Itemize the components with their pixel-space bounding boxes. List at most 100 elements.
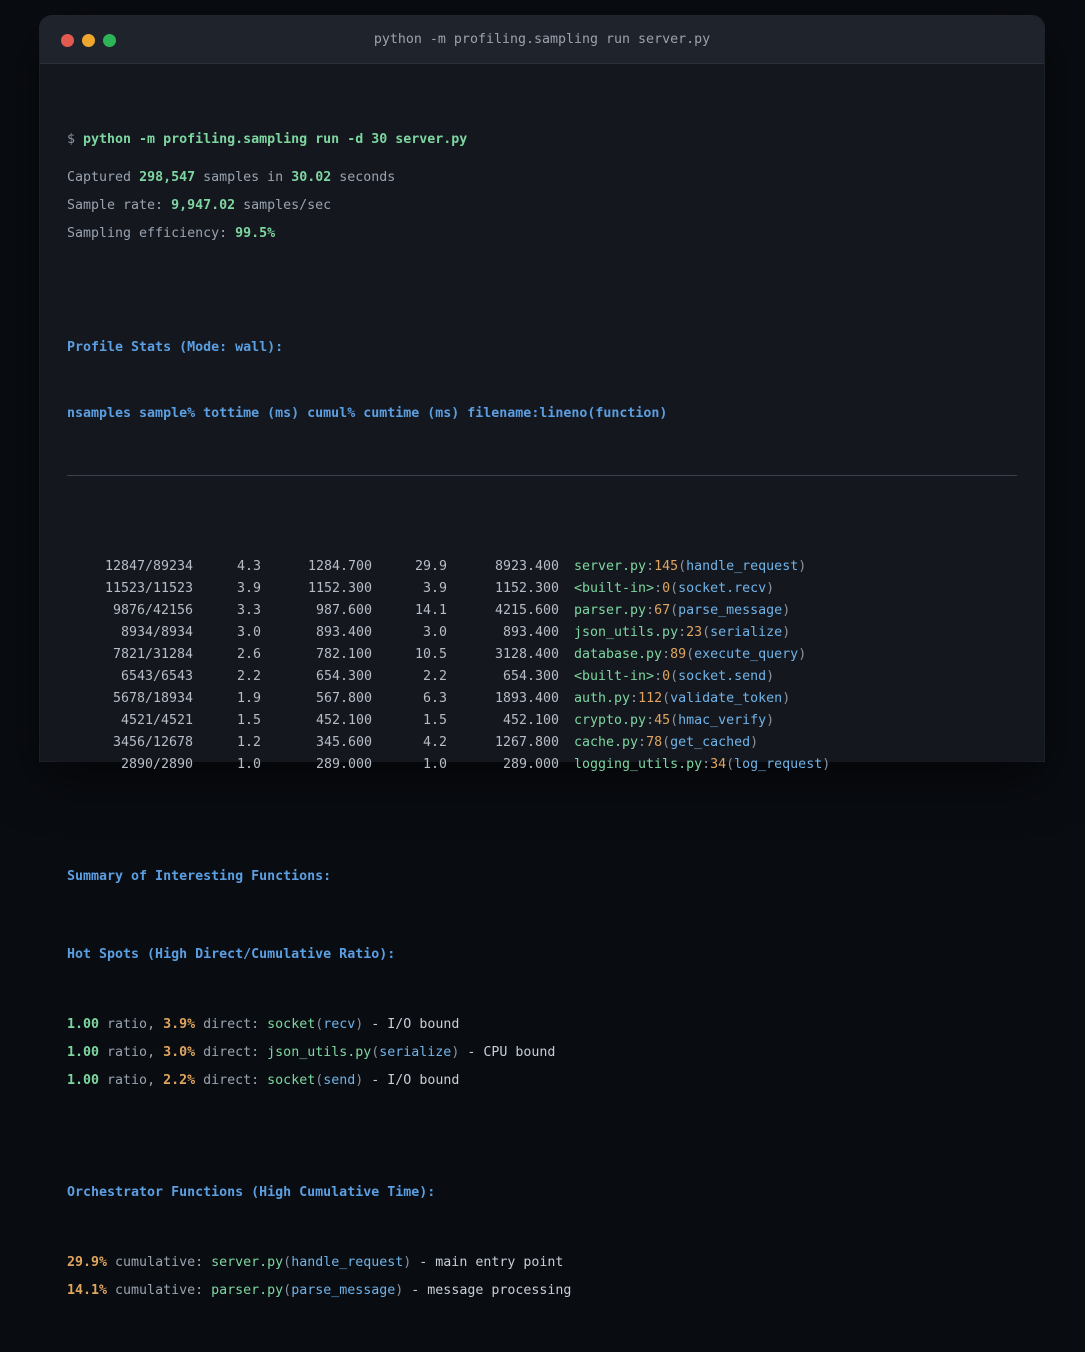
stat-row: 3456/12678 1.2 345.600 4.2 1267.800 cache.py:… — [67, 732, 1017, 754]
text-segment: log_request — [734, 757, 823, 772]
text-segment: <built-in> — [574, 669, 655, 684]
text-segment: : — [678, 625, 687, 640]
text-segment: 45 — [654, 713, 671, 728]
stat-cell: 1.5 — [236, 713, 261, 728]
text-segment: socket — [267, 1073, 316, 1088]
stat-cell: 289.000 — [315, 757, 372, 772]
terminal-line: Sample rate: 9,947.02 samples/sec — [67, 195, 1017, 217]
orchestrator-lines: 29.9% cumulative: server.py ( handle_reque… — [67, 1252, 1017, 1302]
text-segment: direct: — [195, 1045, 268, 1060]
stat-cell: 1284.700 — [307, 559, 372, 574]
text-segment: ratio, — [99, 1073, 164, 1088]
text-segment: serialize — [710, 625, 783, 640]
profile-stats-heading: Profile Stats (Mode: wall): — [67, 340, 284, 355]
text-segment: 29.9% — [67, 1255, 108, 1270]
text-segment: server.py — [574, 559, 647, 574]
stat-cell: 3.9 — [422, 581, 447, 596]
text-segment: ) — [355, 1073, 364, 1088]
text-segment: 30.02 — [291, 170, 332, 185]
text-segment: direct: — [195, 1073, 268, 1088]
stat-row: 2890/2890 1.0 289.000 1.0 289.000 logging_uti… — [67, 754, 1017, 776]
text-segment: 298,547 — [139, 170, 196, 185]
stat-cell: 4215.600 — [494, 603, 559, 618]
text-segment: 14.1% — [67, 1283, 108, 1298]
stat-cell: 1.9 — [236, 691, 261, 706]
stat-location: <built-in>:0(socket.recv) — [574, 578, 774, 600]
stat-cell: 654.300 — [502, 669, 559, 684]
stat-cell: 4521/4521 — [120, 713, 193, 728]
stat-cell: 10.5 — [414, 647, 447, 662]
text-segment: handle_request — [291, 1255, 404, 1270]
text-segment: ( — [662, 735, 671, 750]
text-segment: ) — [782, 691, 791, 706]
text-segment: : — [646, 713, 655, 728]
text-segment: - message processing — [403, 1283, 572, 1298]
text-segment: samples in — [195, 170, 292, 185]
minimize-button[interactable] — [82, 33, 95, 47]
text-segment: ( — [678, 559, 687, 574]
text-segment: Sampling efficiency: — [67, 226, 236, 241]
text-segment: socket — [267, 1017, 316, 1032]
text-segment: logging_utils.py — [574, 757, 703, 772]
stat-row: 12847/89234 4.3 1284.700 29.9 8923.400 server… — [67, 556, 1017, 578]
hot-spot-line: 1.00 ratio, 2.2% direct: socket(send) - … — [67, 1070, 1017, 1092]
text-segment: ( — [315, 1017, 324, 1032]
hot-spot-line: 1.00 ratio, 3.0% direct: json_utils.py(s… — [67, 1042, 1017, 1064]
text-segment: seconds — [331, 170, 396, 185]
text-segment: : — [654, 581, 663, 596]
stat-row: 8934/8934 3.0 893.400 3.0 893.400 json_utils.… — [67, 622, 1017, 644]
stat-row: 7821/31284 2.6 782.100 10.5 3128.400 database… — [67, 644, 1017, 666]
stat-cell: 452.100 — [315, 713, 372, 728]
text-segment: parse_message — [291, 1283, 396, 1298]
text-segment: recv — [323, 1017, 356, 1032]
window-title: python -m profiling.sampling run server.… — [373, 32, 711, 47]
stat-cell: 14.1 — [414, 603, 447, 618]
stat-cell: 29.9 — [414, 559, 447, 574]
text-segment: validate_token — [670, 691, 783, 706]
text-segment: socket.recv — [678, 581, 767, 596]
maximize-button[interactable] — [103, 33, 116, 47]
text-segment: : — [638, 735, 647, 750]
text-segment: ( — [283, 1283, 292, 1298]
text-segment: 145 — [654, 559, 679, 574]
text-segment: : — [630, 691, 639, 706]
text-segment: 2.2% — [163, 1073, 196, 1088]
stat-cell: 654.300 — [315, 669, 372, 684]
text-segment: cumulative: — [107, 1255, 212, 1270]
stat-cell: 4.3 — [236, 559, 261, 574]
text-segment: 67 — [654, 603, 671, 618]
text-segment: : — [646, 603, 655, 618]
stat-row: 5678/18934 1.9 567.800 6.3 1893.400 auth.py:1… — [67, 688, 1017, 710]
text-segment: ) — [782, 625, 791, 640]
stat-location: auth.py:112(validate_token) — [574, 688, 790, 710]
text-segment: ( — [670, 581, 679, 596]
close-button[interactable] — [61, 33, 74, 47]
stat-cell: 7821/31284 — [112, 647, 193, 662]
intro-lines: $ python -m profiling.sampling run -d 30… — [67, 129, 1017, 245]
text-segment: Sample rate: — [67, 198, 172, 213]
text-segment: auth.py — [574, 691, 631, 706]
text-segment: ( — [702, 625, 711, 640]
text-segment: direct: — [195, 1017, 268, 1032]
text-segment: server.py — [211, 1255, 284, 1270]
stat-cell: 11523/11523 — [104, 581, 193, 596]
titlebar: python -m profiling.sampling run server.… — [40, 16, 1044, 64]
text-segment: - main entry point — [411, 1255, 564, 1270]
stat-location: json_utils.py:23(serialize) — [574, 622, 790, 644]
text-segment: ) — [798, 559, 807, 574]
text-segment: ) — [782, 603, 791, 618]
stat-cell: 1152.300 — [494, 581, 559, 596]
text-segment: - I/O bound — [363, 1017, 460, 1032]
stat-cell: 1.2 — [236, 735, 261, 750]
stat-cell: 4.2 — [422, 735, 447, 750]
stat-cell: 893.400 — [315, 625, 372, 640]
text-segment: ratio, — [99, 1045, 164, 1060]
text-segment: get_cached — [670, 735, 751, 750]
text-segment: crypto.py — [574, 713, 647, 728]
text-segment: samples/sec — [235, 198, 332, 213]
text-segment: ) — [395, 1283, 404, 1298]
table-columns-header: nsamples sample% tottime (ms) cumul% cum… — [67, 406, 668, 421]
text-segment: ( — [371, 1045, 380, 1060]
stat-cell: 1267.800 — [494, 735, 559, 750]
orchestrator-line: 29.9% cumulative: server.py(handle_reque… — [67, 1252, 1017, 1274]
